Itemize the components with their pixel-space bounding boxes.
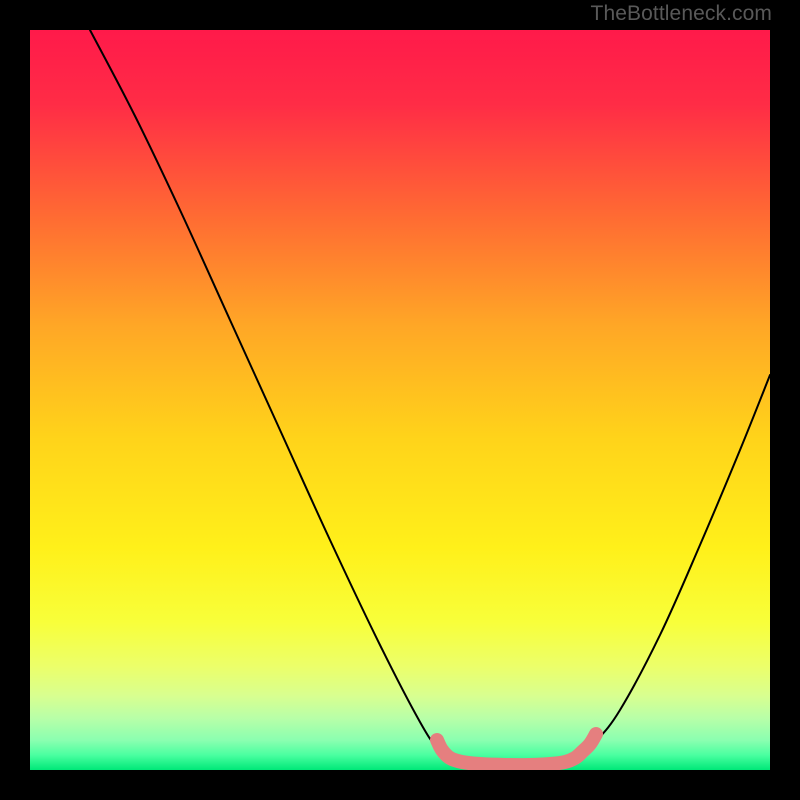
curve-layer — [30, 30, 770, 770]
chart-container: TheBottleneck.com — [0, 0, 800, 800]
optimal-zone-curve — [437, 734, 596, 765]
plot-area — [30, 30, 770, 770]
watermark-text: TheBottleneck.com — [591, 2, 772, 26]
bottleneck-curve — [90, 30, 770, 765]
